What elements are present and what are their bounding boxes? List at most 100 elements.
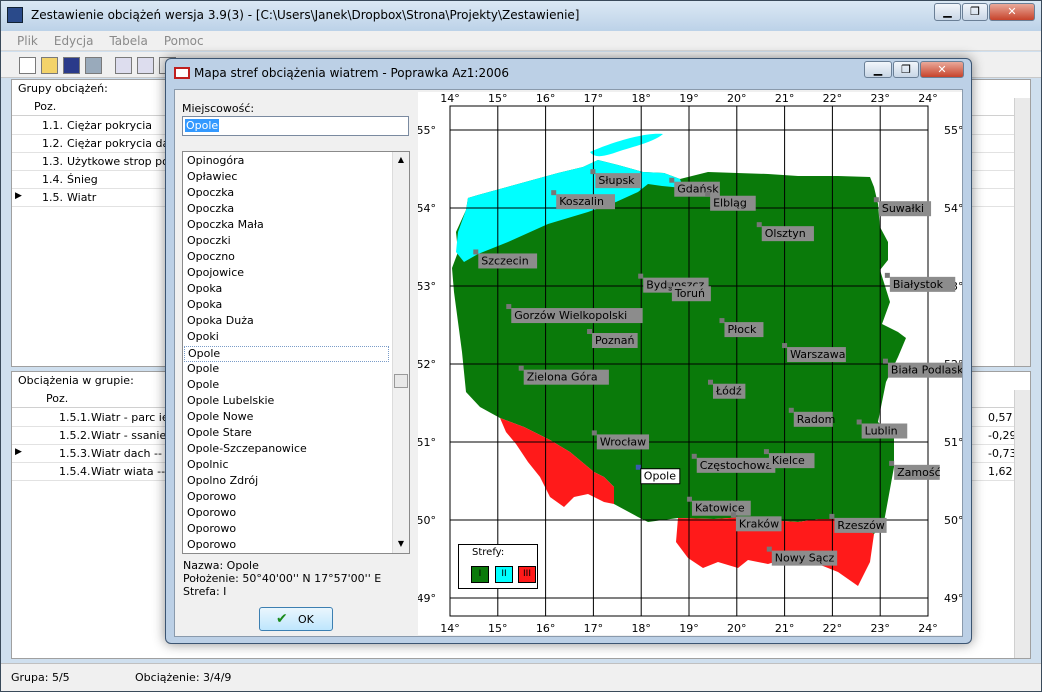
locality-list-item[interactable]: Opolnic <box>187 458 229 474</box>
loads-header: Obciążenia w grupie: <box>18 374 134 387</box>
row-poz: 1.5. <box>42 191 63 204</box>
row-value: -0,29 <box>988 429 1016 442</box>
locality-list-item[interactable]: Opolno Zdrój <box>187 474 258 490</box>
ok-button[interactable]: ✔ OK <box>259 607 333 631</box>
locality-list-item[interactable]: Opole <box>187 362 219 378</box>
city-label: Elbląg <box>713 197 747 210</box>
current-row-arrow-icon: ▶ <box>15 447 22 457</box>
scroll-down-icon[interactable]: ▼ <box>394 536 408 552</box>
lon-label-top: 21° <box>775 92 795 105</box>
lat-label-right: 55° <box>944 124 962 137</box>
city-point <box>587 329 593 335</box>
locality-list-item[interactable]: Opole Nowe <box>187 410 253 426</box>
menu-bar: Plik Edycja Tabela Pomoc <box>1 31 1041 51</box>
locality-list-item[interactable]: Opinogóra <box>187 154 244 170</box>
locality-list-item[interactable]: Opoczka <box>187 202 234 218</box>
city-point <box>591 430 597 436</box>
menu-plik[interactable]: Plik <box>17 31 38 48</box>
locality-list-item[interactable]: Opole <box>187 378 219 394</box>
city-label: Suwałki <box>882 202 924 215</box>
lon-label-top: 24° <box>918 92 938 105</box>
new-file-icon[interactable] <box>19 57 36 74</box>
city-point <box>873 197 879 203</box>
locality-list-item[interactable]: Opoki <box>187 330 219 346</box>
city-point <box>889 460 895 466</box>
lat-label-right: 49° <box>944 592 962 605</box>
lon-label-bottom: 19° <box>679 622 699 635</box>
lon-label-bottom: 24° <box>918 622 938 635</box>
city-point <box>756 222 762 228</box>
lat-label-left: 54° <box>418 202 436 215</box>
lon-label-bottom: 20° <box>727 622 747 635</box>
dialog-restore-button[interactable]: ❐ <box>893 61 919 78</box>
locality-list-item[interactable]: Opole Lubelskie <box>187 394 274 410</box>
row-poz: 1.5.2. <box>59 429 91 442</box>
locality-list-item[interactable]: Opole-Szczepanowice <box>187 442 307 458</box>
row-poz: 1.5.3. <box>59 447 91 460</box>
restore-button[interactable]: ❐ <box>962 3 988 21</box>
lon-label-top: 19° <box>679 92 699 105</box>
locality-list-item[interactable]: Oporowo <box>187 506 236 522</box>
scroll-up-icon[interactable]: ▲ <box>394 152 408 168</box>
city-point <box>856 419 862 425</box>
locality-list-item[interactable]: Opoczka <box>187 186 234 202</box>
locality-list-item[interactable]: Opoczki <box>187 234 231 250</box>
row-value: 0,57 <box>988 411 1013 424</box>
lon-label-top: 18° <box>631 92 651 105</box>
save-icon[interactable] <box>63 57 80 74</box>
open-folder-icon[interactable] <box>41 57 58 74</box>
locality-list-item[interactable]: Opoka <box>187 298 222 314</box>
city-point <box>686 496 692 502</box>
locality-list-item[interactable]: Oporowo <box>187 522 236 538</box>
minimize-button[interactable]: ▁ <box>934 3 961 21</box>
city-label: Szczecin <box>481 254 528 267</box>
city-point <box>669 177 675 183</box>
locality-list-item[interactable]: Oporowo <box>187 490 236 506</box>
city-point <box>763 449 769 455</box>
locality-list-item[interactable]: Oporowo <box>187 538 236 553</box>
city-point <box>730 512 736 518</box>
locality-list-scrollbar[interactable]: ▲ ▼ <box>392 152 409 553</box>
locality-list-item[interactable]: Opoczka Mała <box>187 218 264 234</box>
table-icon[interactable] <box>115 57 132 74</box>
row-value: -0,73 <box>988 447 1016 460</box>
lon-label-bottom: 23° <box>870 622 890 635</box>
locality-list-item[interactable]: Opoka <box>187 282 222 298</box>
city-label: Rzeszów <box>837 519 884 532</box>
menu-edycja[interactable]: Edycja <box>54 31 94 48</box>
lat-label-left: 52° <box>418 358 436 371</box>
locality-list-item[interactable]: Opojowice <box>187 266 244 282</box>
city-point <box>719 318 725 324</box>
loads-scrollbar[interactable] <box>1014 390 1030 658</box>
locality-list-item[interactable]: Opole Stare <box>187 426 252 442</box>
locality-list-item[interactable]: Opoka Duża <box>187 314 254 330</box>
properties-icon[interactable] <box>85 57 102 74</box>
city-point <box>666 282 672 288</box>
lat-label-left: 51° <box>418 436 436 449</box>
row-name: Śnieg <box>67 173 98 186</box>
groups-scrollbar[interactable] <box>1014 98 1030 366</box>
locality-input[interactable]: Opole <box>182 116 409 136</box>
city-label: Zamość <box>897 466 941 479</box>
close-button[interactable]: ✕ <box>989 3 1035 21</box>
info-zone: Strefa: I <box>183 585 227 598</box>
dialog-minimize-button[interactable]: ▁ <box>864 61 892 78</box>
scroll-thumb[interactable] <box>394 374 408 388</box>
groups-header: Grupy obciążeń: <box>18 82 108 95</box>
menu-tabela[interactable]: Tabela <box>109 31 147 48</box>
wind-zone-map[interactable]: 14° 14° 15° 15° 16° 16° 17° 17° 18° 18° 19° 19° 20° 2… <box>417 92 987 635</box>
table-edit-icon[interactable] <box>137 57 154 74</box>
locality-list-item[interactable]: Opole <box>184 346 389 362</box>
locality-list[interactable]: Opinogóra Opławiec Opoczka Opoczka Opoczka M… <box>182 151 410 554</box>
status-bar: Grupa: 5/5 Obciążenie: 3/4/9 <box>1 663 1041 691</box>
dialog-close-button[interactable]: ✕ <box>920 61 964 78</box>
menu-pomoc[interactable]: Pomoc <box>164 31 204 48</box>
lon-label-top: 16° <box>536 92 556 105</box>
dialog-client: Miejscowość: Opole Opinogóra Opławiec Opoc… <box>174 89 987 637</box>
row-value: 1,62 <box>988 465 1013 478</box>
legend-zone-ii: II <box>495 566 513 583</box>
locality-list-item[interactable]: Opoczno <box>187 250 235 266</box>
row-name: Wiatr - ssanie <box>91 429 167 442</box>
legend-title: Strefy: <box>472 547 505 558</box>
locality-list-item[interactable]: Opławiec <box>187 170 237 186</box>
